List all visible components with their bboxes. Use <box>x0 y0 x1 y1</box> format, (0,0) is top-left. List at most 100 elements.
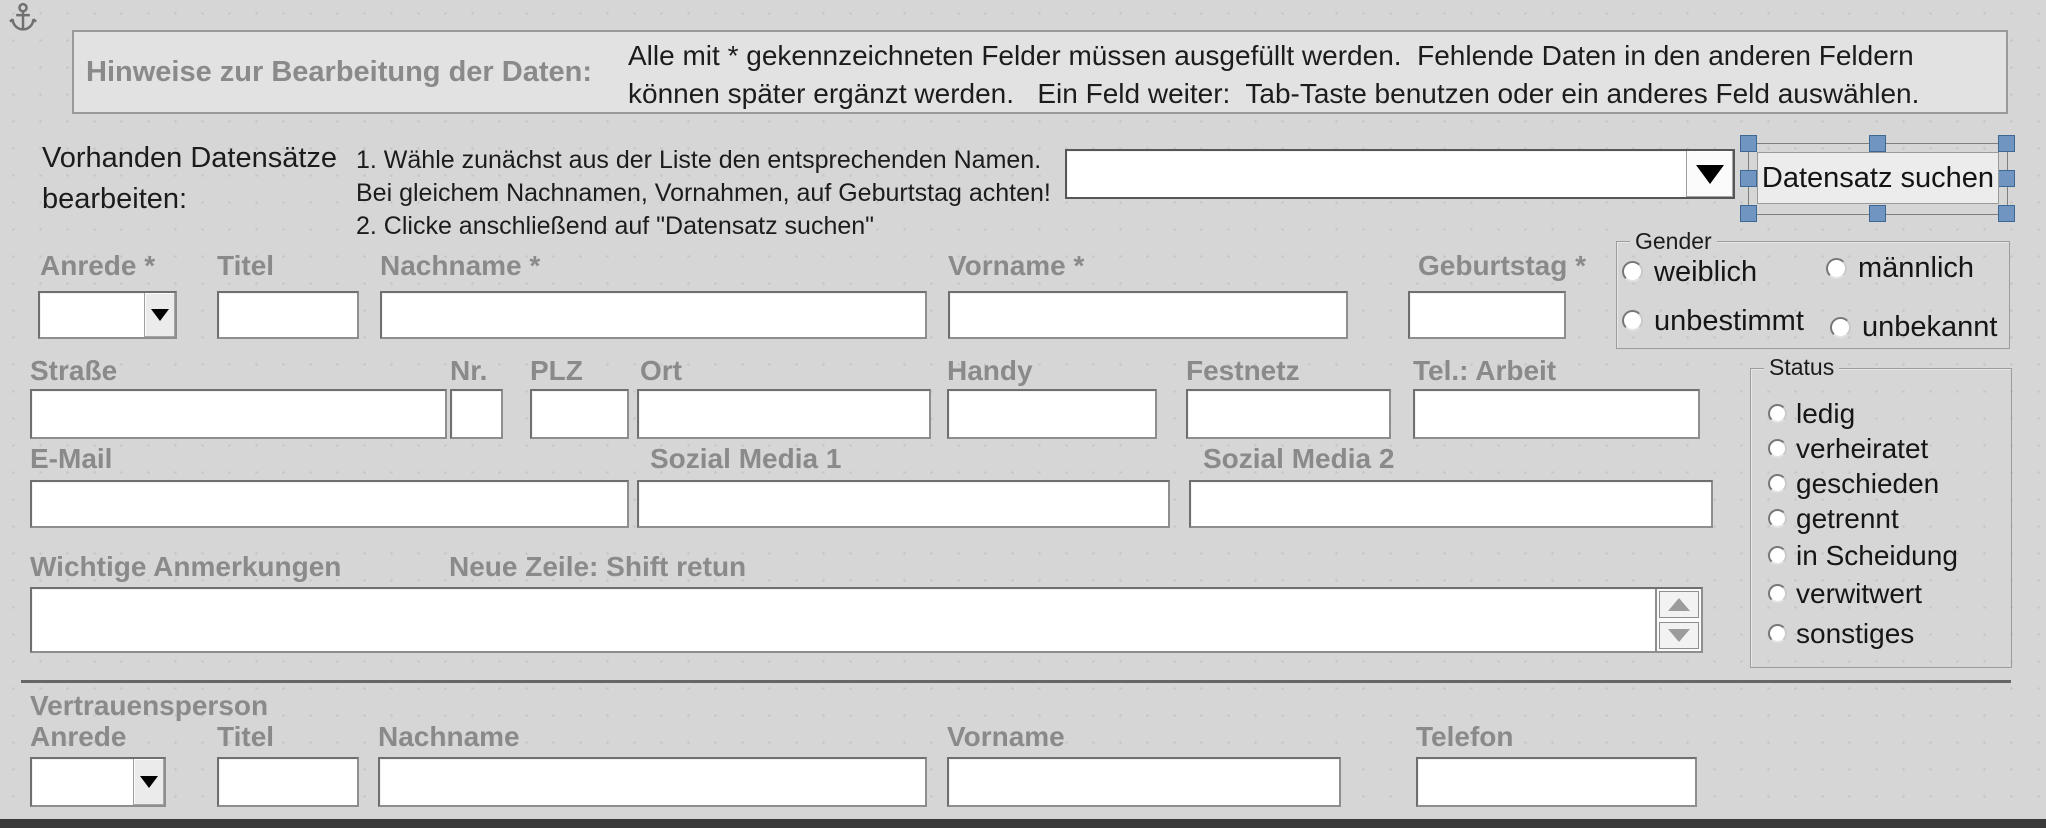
record-search-instruction-2: Bei gleichem Nachnamen, Vornahmen, auf G… <box>356 179 1051 208</box>
scroll-up-icon <box>1668 598 1690 611</box>
status-radio-verheiratet[interactable] <box>1768 439 1787 458</box>
selection-handle-sw[interactable] <box>1740 205 1757 222</box>
dropdown-arrow-icon <box>1696 165 1724 184</box>
datensatz-suchen-button[interactable]: Datensatz suchen <box>1757 152 1999 204</box>
ort-label: Ort <box>640 355 682 387</box>
scroll-down-icon <box>1668 629 1690 642</box>
selection-handle-ne[interactable] <box>1998 135 2015 152</box>
vp-telefon-input[interactable] <box>1416 757 1697 807</box>
sozial-media-2-input[interactable] <box>1189 480 1713 528</box>
email-label: E-Mail <box>30 443 112 475</box>
form-canvas: Hinweise zur Bearbeitung der Daten: Alle… <box>0 0 2046 828</box>
plz-input[interactable] <box>530 389 629 439</box>
status-radio-label-in-scheidung[interactable]: in Scheidung <box>1796 540 1958 572</box>
status-radio-label-ledig[interactable]: ledig <box>1796 398 1855 430</box>
vp-telefon-label: Telefon <box>1416 721 1513 753</box>
status-legend: Status <box>1764 354 1839 381</box>
sozial-media-1-label: Sozial Media 1 <box>650 443 841 475</box>
gender-radio-unbekannt[interactable] <box>1830 317 1851 338</box>
tel-arbeit-label: Tel.: Arbeit <box>1413 355 1556 387</box>
vp-nachname-label: Nachname <box>378 721 520 753</box>
name-combobox-dropdown-button[interactable] <box>1686 151 1733 197</box>
nr-input[interactable] <box>450 389 503 439</box>
status-radio-label-verwitwert[interactable]: verwitwert <box>1796 578 1922 610</box>
nr-label: Nr. <box>450 355 487 387</box>
titel-label: Titel <box>217 250 274 282</box>
email-input[interactable] <box>30 480 629 528</box>
status-radio-label-sonstiges[interactable]: sonstiges <box>1796 618 1914 650</box>
tel-arbeit-input[interactable] <box>1413 389 1700 439</box>
record-search-instruction-1: 1. Wähle zunächst aus der Liste den ents… <box>356 146 1041 175</box>
vorname-input[interactable] <box>948 291 1348 339</box>
status-radio-label-geschieden[interactable]: geschieden <box>1796 468 1939 500</box>
vp-anrede-combobox-input[interactable] <box>32 759 133 805</box>
anrede-label: Anrede * <box>40 250 155 282</box>
selection-handle-n[interactable] <box>1869 135 1886 152</box>
selection-handle-w[interactable] <box>1740 170 1757 187</box>
gender-radio-unbestimmt[interactable] <box>1622 310 1643 331</box>
scroll-up-button[interactable] <box>1659 591 1699 618</box>
ort-input[interactable] <box>637 389 931 439</box>
vp-vorname-input[interactable] <box>947 757 1341 807</box>
vorname-label: Vorname * <box>948 250 1084 282</box>
anmerkungen-label: Wichtige Anmerkungen <box>30 551 341 583</box>
name-combobox-input[interactable] <box>1067 151 1686 197</box>
plz-label: PLZ <box>530 355 583 387</box>
vp-nachname-input[interactable] <box>378 757 927 807</box>
nachname-input[interactable] <box>380 291 927 339</box>
gender-radio-label-maennlich[interactable]: männlich <box>1858 252 1974 285</box>
vp-anrede-dropdown-button[interactable] <box>133 759 164 805</box>
sozial-media-1-input[interactable] <box>637 480 1170 528</box>
geburtstag-label: Geburtstag * <box>1418 250 1583 282</box>
status-radio-label-verheiratet[interactable]: verheiratet <box>1796 433 1928 465</box>
anrede-combobox[interactable] <box>38 291 177 339</box>
gender-radio-maennlich[interactable] <box>1826 258 1847 279</box>
festnetz-label: Festnetz <box>1186 355 1300 387</box>
anmerkungen-hint: Neue Zeile: Shift retun <box>449 551 746 583</box>
handy-input[interactable] <box>947 389 1157 439</box>
dropdown-arrow-icon <box>151 309 169 321</box>
record-search-instruction-3: 2. Clicke anschließend auf "Datensatz su… <box>356 212 874 241</box>
hint-box-title: Hinweise zur Bearbeitung der Daten: <box>86 56 592 89</box>
vp-titel-label: Titel <box>217 721 274 753</box>
gender-radio-label-unbestimmt[interactable]: unbestimmt <box>1654 305 1804 338</box>
selection-handle-s[interactable] <box>1869 205 1886 222</box>
selection-handle-nw[interactable] <box>1740 135 1757 152</box>
status-radio-getrennt[interactable] <box>1768 509 1787 528</box>
selection-handle-se[interactable] <box>1998 205 2015 222</box>
vertrauensperson-section-label: Vertrauensperson <box>30 690 268 722</box>
window-bottom-edge <box>0 819 2046 828</box>
anchor-icon[interactable] <box>8 2 38 39</box>
strasse-label: Straße <box>30 355 117 387</box>
titel-input[interactable] <box>217 291 359 339</box>
nachname-label: Nachname * <box>380 250 540 282</box>
sozial-media-2-label: Sozial Media 2 <box>1203 443 1394 475</box>
status-radio-verwitwert[interactable] <box>1768 584 1787 603</box>
record-search-label-line2: bearbeiten: <box>42 183 187 216</box>
festnetz-input[interactable] <box>1186 389 1391 439</box>
scroll-down-button[interactable] <box>1659 622 1699 649</box>
hint-line-1: Alle mit * gekennzeichneten Felder müsse… <box>628 40 1914 72</box>
vp-titel-input[interactable] <box>217 757 359 807</box>
vp-anrede-combobox[interactable] <box>30 757 166 807</box>
status-radio-geschieden[interactable] <box>1768 474 1787 493</box>
anmerkungen-scrollbar[interactable] <box>1655 589 1701 651</box>
status-radio-ledig[interactable] <box>1768 404 1787 423</box>
anrede-dropdown-button[interactable] <box>144 293 175 337</box>
anmerkungen-textarea[interactable] <box>30 587 1703 653</box>
gender-radio-weiblich[interactable] <box>1622 261 1643 282</box>
hint-line-2: können später ergänzt werden. Ein Feld w… <box>628 78 1919 110</box>
handy-label: Handy <box>947 355 1033 387</box>
gender-radio-label-weiblich[interactable]: weiblich <box>1654 256 1757 289</box>
strasse-input[interactable] <box>30 389 447 439</box>
section-divider <box>21 680 2011 683</box>
status-radio-in-scheidung[interactable] <box>1768 546 1787 565</box>
name-combobox[interactable] <box>1065 149 1735 199</box>
dropdown-arrow-icon <box>140 776 158 788</box>
status-radio-sonstiges[interactable] <box>1768 624 1787 643</box>
gender-radio-label-unbekannt[interactable]: unbekannt <box>1862 311 1997 344</box>
status-radio-label-getrennt[interactable]: getrennt <box>1796 503 1899 535</box>
anrede-combobox-input[interactable] <box>40 293 144 337</box>
geburtstag-input[interactable] <box>1408 291 1566 339</box>
selection-handle-e[interactable] <box>1998 170 2015 187</box>
